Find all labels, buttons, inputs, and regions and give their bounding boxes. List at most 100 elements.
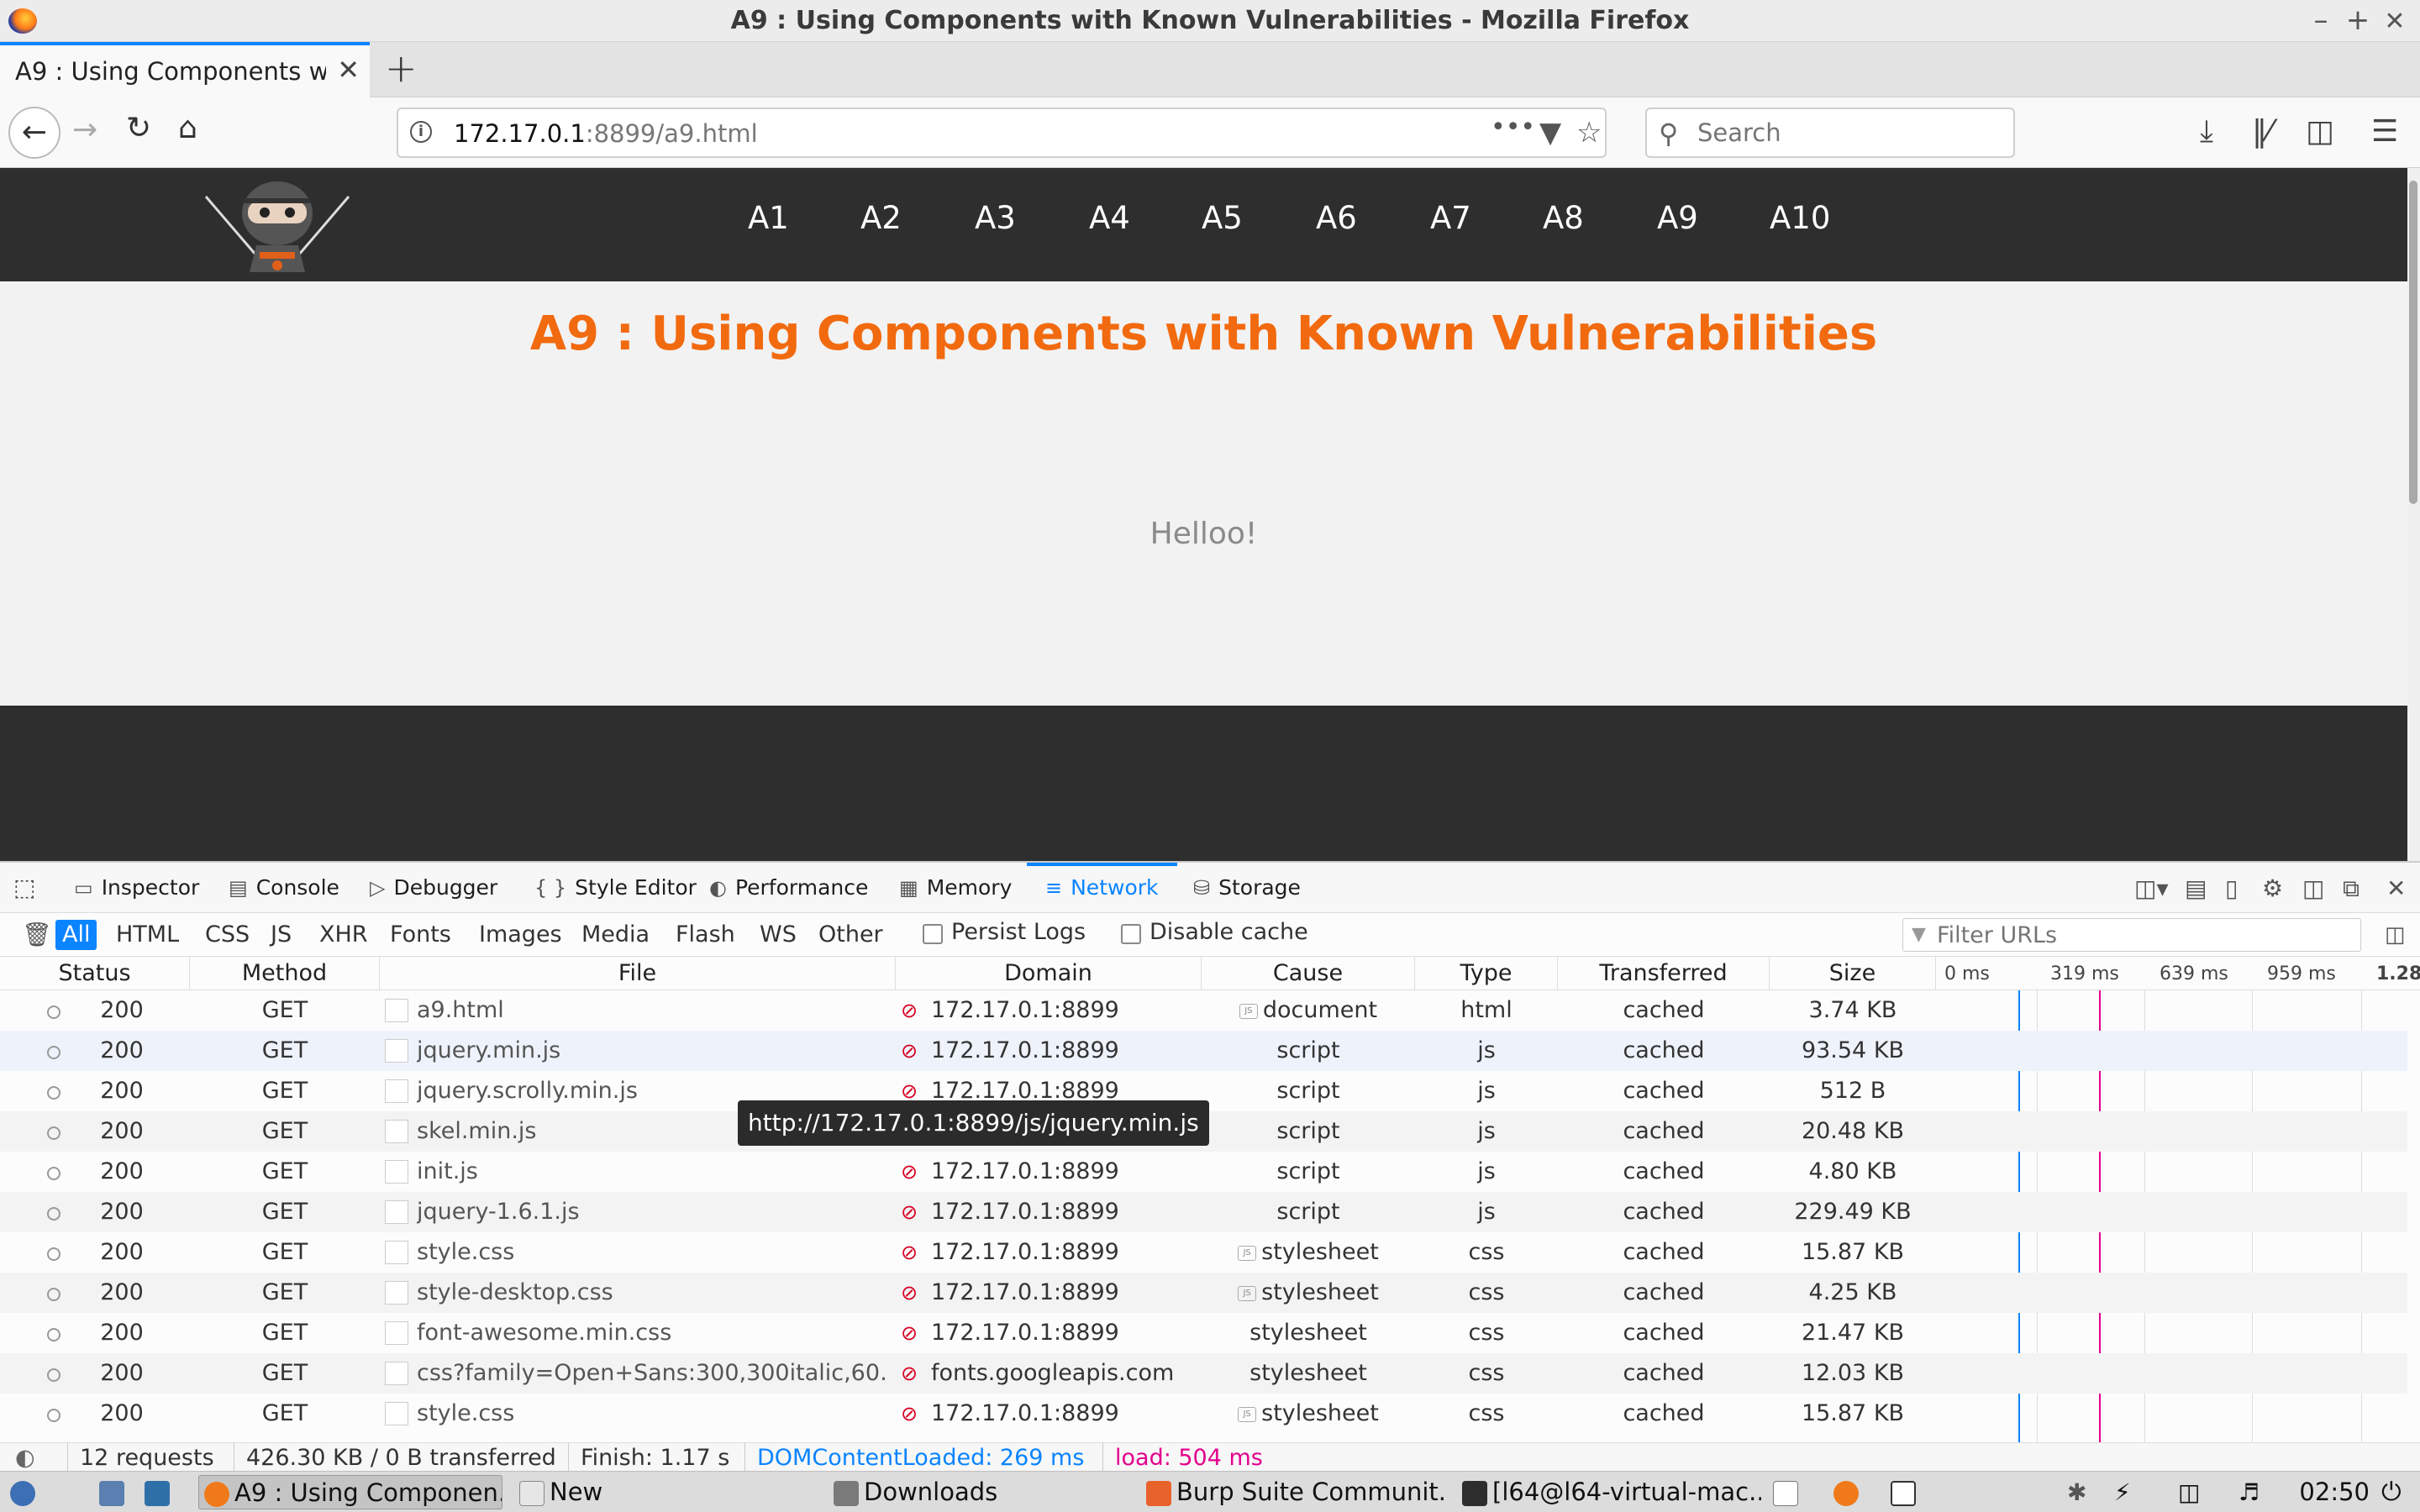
- cause-stack-icon[interactable]: JS: [1238, 1285, 1257, 1301]
- request-row[interactable]: 200 GET style.css ⊘ 172.17.0.1:8899 JS stylesh…: [0, 1232, 2407, 1273]
- nav-link-a5[interactable]: A5: [1202, 200, 1243, 236]
- tab-console[interactable]: ▤ Console: [229, 863, 339, 913]
- filter-urls-box[interactable]: ▼: [1902, 918, 2361, 952]
- cause-stack-icon[interactable]: JS: [1239, 1003, 1258, 1019]
- pocket-icon[interactable]: ▼: [1539, 116, 1561, 150]
- start-menu-icon[interactable]: [5, 1475, 59, 1509]
- taskbar-item-downloads[interactable]: Downloads: [829, 1475, 1131, 1509]
- network-tray-icon[interactable]: ◫: [2178, 1475, 2215, 1509]
- nav-link-a8[interactable]: A8: [1543, 200, 1584, 236]
- tab-performance[interactable]: ◐ Performance: [709, 863, 868, 913]
- nav-link-a3[interactable]: A3: [975, 200, 1016, 236]
- column-type[interactable]: Type: [1415, 957, 1558, 990]
- tray-window-icon[interactable]: [1768, 1475, 1805, 1509]
- column-cause[interactable]: Cause: [1202, 957, 1415, 990]
- nav-link-a6[interactable]: A6: [1316, 200, 1357, 236]
- column-domain[interactable]: Domain: [896, 957, 1202, 990]
- request-row[interactable]: 200 GET style-desktop.css ⊘ 172.17.0.1:8899 J…: [0, 1273, 2407, 1313]
- persist-logs-checkbox[interactable]: [923, 924, 943, 944]
- disable-cache-checkbox[interactable]: [1121, 924, 1141, 944]
- taskbar-item-new[interactable]: New: [514, 1475, 817, 1509]
- nav-link-a10[interactable]: A10: [1770, 200, 1830, 236]
- power-menu-icon[interactable]: ⏻: [2381, 1475, 2415, 1509]
- taskbar-item-terminal[interactable]: [l64@l64-virtual-mac...: [1457, 1475, 1761, 1509]
- site-info-icon[interactable]: i: [410, 121, 432, 143]
- toggle-sidebar-icon[interactable]: ◫: [2378, 920, 2412, 950]
- undock-window-icon[interactable]: ⧉: [2343, 874, 2360, 903]
- column-method[interactable]: Method: [190, 957, 380, 990]
- nav-link-a9[interactable]: A9: [1657, 200, 1698, 236]
- column-size[interactable]: Size: [1770, 957, 1936, 990]
- filter-flash[interactable]: Flash: [669, 920, 742, 950]
- sidebar-icon[interactable]: ◫: [2306, 114, 2334, 149]
- filter-html[interactable]: HTML: [109, 920, 186, 950]
- filter-ws[interactable]: WS: [753, 920, 803, 950]
- menu-icon[interactable]: ☰: [2371, 114, 2398, 149]
- nav-link-a7[interactable]: A7: [1430, 200, 1471, 236]
- page-actions-icon[interactable]: •••: [1491, 113, 1535, 142]
- search-bar[interactable]: ⚲: [1645, 108, 2015, 158]
- split-console-icon[interactable]: ▤: [2185, 874, 2207, 902]
- taskbar-item-firefox[interactable]: A9 : Using Componen...: [198, 1475, 502, 1509]
- downloads-icon[interactable]: ⤓: [2200, 114, 2213, 150]
- tab-inspector[interactable]: ▭ Inspector: [74, 863, 199, 913]
- nav-link-a1[interactable]: A1: [748, 200, 789, 236]
- taskbar-item-burp[interactable]: Burp Suite Communit...: [1141, 1475, 1445, 1509]
- reload-button[interactable]: ↻: [126, 111, 151, 145]
- nav-link-a2[interactable]: A2: [860, 200, 902, 236]
- tab-close-icon[interactable]: ✕: [337, 54, 360, 86]
- bookmark-star-icon[interactable]: ☆: [1576, 116, 1602, 150]
- dock-options-icon[interactable]: ◫▾: [2134, 874, 2169, 902]
- filter-xhr[interactable]: XHR: [313, 920, 375, 950]
- bluetooth-icon[interactable]: ✱: [2067, 1475, 2096, 1509]
- close-devtools-icon[interactable]: ✕: [2386, 874, 2406, 902]
- tab-storage[interactable]: ⛁ Storage: [1193, 863, 1301, 913]
- filter-all[interactable]: All: [55, 920, 97, 950]
- settings-gear-icon[interactable]: ⚙: [2262, 874, 2283, 902]
- filter-images[interactable]: Images: [472, 920, 569, 950]
- nav-link-a4[interactable]: A4: [1089, 200, 1130, 236]
- url-bar[interactable]: i 172.17.0.1:8899/a9.html ••• ▼ ☆: [397, 108, 1607, 158]
- file-manager-icon[interactable]: [94, 1475, 133, 1509]
- column-transferred[interactable]: Transferred: [1558, 957, 1770, 990]
- request-row[interactable]: 200 GET jquery-1.6.1.js ⊘ 172.17.0.1:8899 scr…: [0, 1192, 2407, 1232]
- minimize-button[interactable]: –: [2304, 3, 2338, 37]
- filter-other[interactable]: Other: [812, 920, 890, 950]
- request-row[interactable]: 200 GET jquery.min.js ⊘ 172.17.0.1:8899 scrip…: [0, 1031, 2407, 1071]
- request-row[interactable]: 200 GET css?family=Open+Sans:300,300italic…: [0, 1353, 2407, 1394]
- tab-memory[interactable]: ▦ Memory: [899, 863, 1012, 913]
- request-row[interactable]: 200 GET style.css ⊘ 172.17.0.1:8899 JS stylesh…: [0, 1394, 2407, 1434]
- filter-fonts[interactable]: Fonts: [383, 920, 458, 950]
- tab-network[interactable]: ≡ Network: [1027, 863, 1177, 913]
- cause-stack-icon[interactable]: JS: [1238, 1245, 1257, 1261]
- volume-icon[interactable]: ♬: [2238, 1475, 2275, 1509]
- browser-tab[interactable]: A9 : Using Components with Known Vulnera…: [0, 42, 370, 97]
- power-charge-icon[interactable]: ⚡: [2114, 1475, 2143, 1509]
- filter-media[interactable]: Media: [575, 920, 656, 950]
- column-file[interactable]: File: [380, 957, 896, 990]
- filter-js[interactable]: JS: [264, 920, 298, 950]
- cause-stack-icon[interactable]: JS: [1238, 1406, 1257, 1422]
- element-picker-icon[interactable]: ⬚: [13, 863, 35, 913]
- tab-style-editor[interactable]: { } Style Editor: [534, 863, 697, 913]
- new-tab-button[interactable]: +: [385, 45, 418, 91]
- desktop-icon[interactable]: [139, 1475, 178, 1509]
- close-window-button[interactable]: ✕: [2378, 7, 2412, 36]
- tray-firefox-icon[interactable]: [1828, 1475, 1865, 1509]
- request-row[interactable]: 200 GET a9.html ⊘ 172.17.0.1:8899 JS document h…: [0, 990, 2407, 1031]
- page-scrollbar-thumb[interactable]: [2409, 181, 2417, 504]
- library-icon[interactable]: ‖⁄: [2252, 114, 2272, 149]
- request-row[interactable]: 200 GET font-awesome.min.css ⊘ 172.17.0.1:88…: [0, 1313, 2407, 1353]
- filter-urls-input[interactable]: [1937, 922, 2349, 948]
- search-input[interactable]: [1697, 118, 2000, 148]
- home-button[interactable]: ⌂: [178, 111, 197, 145]
- clear-requests-icon[interactable]: 🗑: [15, 920, 59, 950]
- dock-side-icon[interactable]: ◫: [2302, 874, 2324, 902]
- maximize-button[interactable]: +: [2341, 3, 2375, 37]
- responsive-design-icon[interactable]: ▯: [2225, 874, 2238, 902]
- forward-button[interactable]: →: [72, 113, 97, 147]
- request-row[interactable]: 200 GET init.js ⊘ 172.17.0.1:8899 script js cac…: [0, 1152, 2407, 1192]
- tab-debugger[interactable]: ▷ Debugger: [370, 863, 497, 913]
- performance-analysis-icon[interactable]: ◐: [15, 1443, 35, 1473]
- column-status[interactable]: Status: [0, 957, 190, 990]
